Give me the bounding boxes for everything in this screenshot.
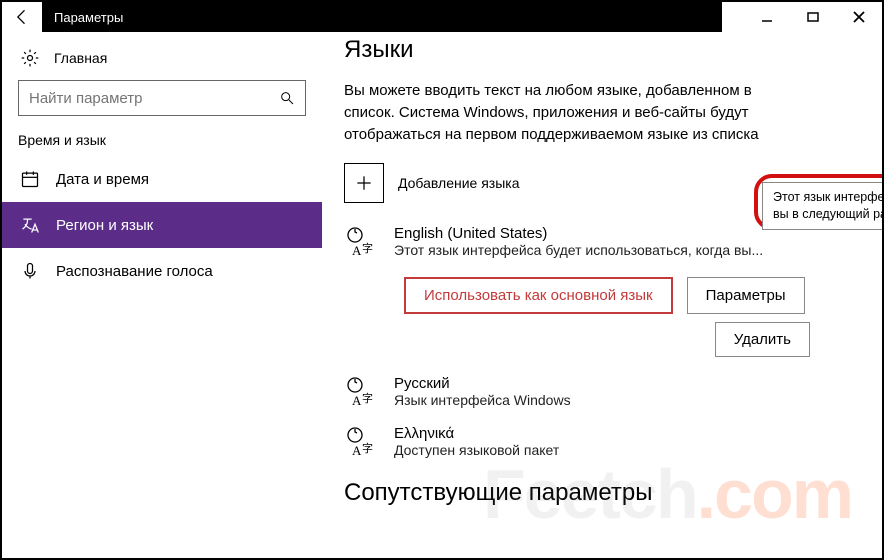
svg-text:字: 字 (362, 391, 373, 405)
language-pack-icon: A字 (344, 225, 378, 259)
window-title: Параметры (42, 2, 722, 32)
set-default-button[interactable]: Использовать как основной язык (404, 277, 673, 314)
language-name: Ελληνικά (394, 425, 860, 442)
sidebar-home-label: Главная (54, 50, 107, 66)
sidebar: Главная Время и язык Дата и время Регион… (2, 32, 322, 558)
remove-language-button[interactable]: Удалить (715, 322, 810, 357)
settings-window: Параметры Главная (0, 0, 884, 560)
related-settings-title: Сопутствующие параметры (344, 479, 860, 507)
svg-text:A: A (352, 393, 362, 408)
language-sub: Этот язык интерфейса будет использоватьс… (394, 242, 860, 258)
svg-text:字: 字 (362, 441, 373, 455)
language-pack-icon: A字 (344, 375, 378, 409)
page-description: Вы можете вводить текст на любом языке, … (344, 80, 774, 145)
sidebar-item-label: Дата и время (56, 171, 149, 188)
close-icon (853, 11, 865, 23)
add-language-button[interactable] (344, 163, 384, 203)
calendar-clock-icon (20, 169, 40, 189)
sidebar-section: Время и язык (2, 130, 322, 156)
search-box[interactable] (18, 80, 306, 116)
sidebar-item-label: Распознавание голоса (56, 263, 213, 280)
maximize-icon (807, 11, 819, 23)
minimize-icon (761, 11, 773, 23)
plus-icon (354, 173, 374, 193)
language-sub: Язык интерфейса Windows (394, 392, 860, 408)
gear-icon (20, 48, 40, 68)
language-item-russian[interactable]: A字 Русский Язык интерфейса Windows (344, 375, 860, 411)
svg-text:A: A (352, 243, 362, 258)
minimize-button[interactable] (744, 2, 790, 32)
arrow-left-icon (12, 7, 32, 27)
close-button[interactable] (836, 2, 882, 32)
tooltip: Этот язык интерфейса будет использоватьс… (762, 182, 882, 230)
svg-text:字: 字 (362, 241, 373, 255)
microphone-icon (20, 261, 40, 281)
titlebar: Параметры (2, 2, 882, 32)
sidebar-item-speech[interactable]: Распознавание голоса (2, 248, 322, 294)
page-title: Языки (344, 36, 860, 64)
language-sub: Доступен языковой пакет (394, 442, 860, 458)
language-item-english[interactable]: A字 English (United States) Этот язык инт… (344, 225, 860, 261)
search-icon (279, 90, 295, 106)
language-name: Русский (394, 375, 860, 392)
content-pane: Языки Вы можете вводить текст на любом я… (322, 32, 882, 558)
language-pack-icon: A字 (344, 425, 378, 459)
language-icon (20, 215, 40, 235)
language-options-button[interactable]: Параметры (687, 277, 805, 314)
add-language-label: Добавление языка (398, 175, 520, 191)
sidebar-home[interactable]: Главная (2, 42, 322, 74)
sidebar-item-region-language[interactable]: Регион и язык (2, 202, 322, 248)
language-item-greek[interactable]: A字 Ελληνικά Доступен языковой пакет (344, 425, 860, 461)
sidebar-item-label: Регион и язык (56, 217, 153, 234)
sidebar-item-date-time[interactable]: Дата и время (2, 156, 322, 202)
search-input[interactable] (29, 90, 279, 107)
maximize-button[interactable] (790, 2, 836, 32)
back-button[interactable] (2, 2, 42, 32)
svg-text:A: A (352, 443, 362, 458)
